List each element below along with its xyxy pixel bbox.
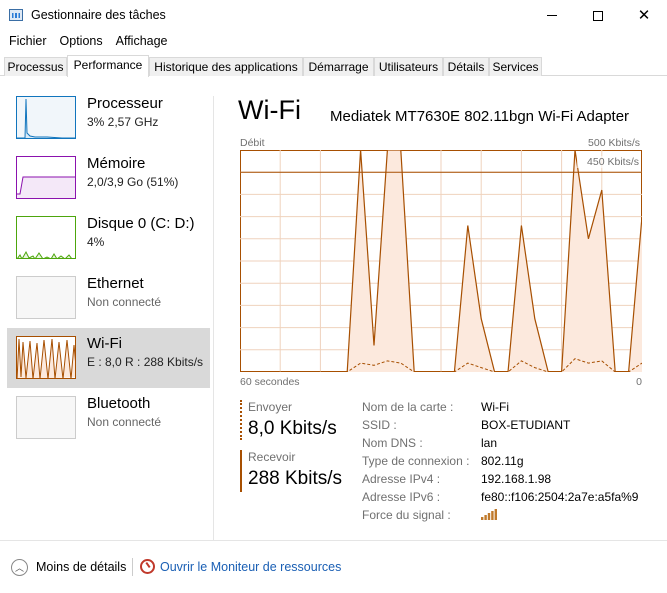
page-title: Wi-Fi	[238, 95, 301, 125]
signal-bar	[494, 509, 497, 520]
signal-bar	[491, 511, 494, 520]
property-value: fe80::f106:2504:2a7e:a5fa%9	[481, 490, 639, 504]
tab-processus[interactable]: Processus	[4, 57, 67, 76]
property-row: Nom DNS : lan	[362, 436, 652, 454]
property-key: Adresse IPv4 :	[362, 472, 441, 486]
sidebar-item-name: Wi-Fi	[87, 335, 122, 352]
signal-bar	[487, 513, 491, 520]
sidebar-item-ethernet[interactable]: Ethernet Non connecté	[7, 268, 210, 328]
memory-thumbnail	[16, 156, 76, 199]
tab-details[interactable]: Détails	[443, 57, 489, 76]
bluetooth-thumbnail	[16, 396, 76, 439]
property-value: Wi-Fi	[481, 400, 509, 414]
tab-services[interactable]: Services	[489, 57, 542, 76]
property-key: Nom DNS :	[362, 436, 423, 450]
send-label: Envoyer	[248, 400, 293, 414]
cpu-thumbnail	[16, 96, 76, 139]
footer: ︿ Moins de détails Ouvrir le Moniteur de…	[0, 541, 667, 593]
throughput-chart	[240, 150, 642, 372]
title-bar: Gestionnaire des tâches ✕	[0, 0, 667, 31]
sidebar-item-name: Mémoire	[87, 155, 146, 172]
send-legend-bar	[240, 400, 242, 440]
adapter-name: Mediatek MT7630E 802.11bgn Wi-Fi Adapter	[330, 108, 630, 125]
menu-fichier[interactable]: Fichier	[0, 31, 54, 53]
tab-performance[interactable]: Performance	[67, 55, 149, 77]
property-value: BOX-ETUDIANT	[481, 418, 571, 432]
property-row: Adresse IPv6 : fe80::f106:2504:2a7e:a5fa…	[362, 490, 652, 508]
property-value: 192.168.1.98	[481, 472, 552, 486]
tab-utilisateurs[interactable]: Utilisateurs	[374, 57, 443, 76]
task-manager-icon	[9, 9, 23, 21]
close-icon: ✕	[637, 7, 651, 24]
property-value: 802.11g	[481, 454, 524, 468]
chevron-up-icon: ︿	[14, 563, 24, 573]
maximize-button[interactable]	[575, 0, 621, 31]
receive-label: Recevoir	[248, 450, 296, 464]
resource-list: Processeur 3% 2,57 GHz Mémoire 2,0/3,9 G…	[0, 77, 214, 540]
property-value: lan	[481, 436, 498, 450]
property-key: Nom de la carte :	[362, 400, 454, 414]
resource-monitor-link[interactable]: Ouvrir le Moniteur de ressources	[160, 560, 341, 574]
sidebar-item-processeur[interactable]: Processeur 3% 2,57 GHz	[7, 88, 210, 148]
sidebar-item-name: Processeur	[87, 95, 163, 112]
sidebar-item-name: Ethernet	[87, 275, 144, 292]
sidebar-item-detail: Non connecté	[87, 295, 162, 309]
sidebar-item-wifi[interactable]: Wi-Fi E : 8,0 R : 288 Kbits/s	[7, 328, 210, 388]
signal-strength	[481, 508, 499, 523]
footer-separator	[132, 558, 133, 576]
property-key: Adresse IPv6 :	[362, 490, 441, 504]
minimize-button[interactable]	[529, 0, 575, 31]
tab-historique[interactable]: Historique des applications	[149, 57, 303, 76]
graph-zero-label: 0	[636, 376, 642, 388]
resource-monitor-icon	[140, 559, 155, 574]
property-key: SSID :	[362, 418, 397, 432]
graph-max-label: 500 Kbits/s	[588, 137, 640, 149]
graph-marker-label: 450 Kbits/s	[577, 156, 639, 168]
property-key: Type de connexion :	[362, 454, 470, 468]
menu-bar: Fichier Options Affichage	[0, 31, 175, 53]
sidebar-item-name: Bluetooth	[87, 395, 151, 412]
minimize-icon	[547, 15, 557, 16]
receive-legend-bar	[240, 450, 242, 492]
disk-thumbnail	[16, 216, 76, 259]
graph-title: Débit	[240, 137, 265, 149]
maximize-icon	[593, 10, 603, 21]
property-row: SSID : BOX-ETUDIANT	[362, 418, 652, 436]
property-row: Type de connexion : 802.11g	[362, 454, 652, 472]
sidebar-item-detail: Non connecté	[87, 415, 162, 429]
sidebar-item-disque[interactable]: Disque 0 (C: D:) 4%	[7, 208, 210, 268]
property-row: Adresse IPv4 : 192.168.1.98	[362, 472, 652, 490]
tab-demarrage[interactable]: Démarrage	[303, 57, 374, 76]
sidebar-item-detail: 2,0/3,9 Go (51%)	[87, 175, 179, 189]
send-value: 8,0 Kbits/s	[248, 418, 337, 439]
property-row: Nom de la carte : Wi-Fi	[362, 400, 652, 418]
tab-strip: Processus Performance Historique des app…	[0, 55, 667, 77]
fewer-details-link[interactable]: Moins de détails	[36, 560, 126, 574]
ethernet-thumbnail	[16, 276, 76, 319]
panel-divider	[213, 96, 214, 540]
sidebar-item-bluetooth[interactable]: Bluetooth Non connecté	[7, 388, 210, 448]
menu-affichage[interactable]: Affichage	[110, 31, 175, 53]
menu-options[interactable]: Options	[54, 31, 110, 53]
graph-time-label: 60 secondes	[240, 376, 300, 388]
property-key: Force du signal :	[362, 508, 451, 522]
sidebar-item-detail: 3% 2,57 GHz	[87, 115, 159, 129]
fewer-details-toggle[interactable]: ︿	[11, 559, 28, 576]
signal-bar	[481, 517, 484, 520]
wifi-thumbnail	[16, 336, 76, 379]
receive-value: 288 Kbits/s	[248, 468, 342, 489]
property-row: Force du signal :	[362, 508, 652, 526]
sidebar-item-detail: E : 8,0 R : 288 Kbits/s	[87, 355, 204, 369]
signal-strength-icon	[481, 509, 497, 520]
signal-bar	[484, 515, 487, 520]
window-title: Gestionnaire des tâches	[31, 8, 166, 22]
sidebar-item-memoire[interactable]: Mémoire 2,0/3,9 Go (51%)	[7, 148, 210, 208]
close-button[interactable]: ✕	[621, 0, 667, 31]
sidebar-item-detail: 4%	[87, 235, 105, 249]
sidebar-item-name: Disque 0 (C: D:)	[87, 215, 195, 232]
